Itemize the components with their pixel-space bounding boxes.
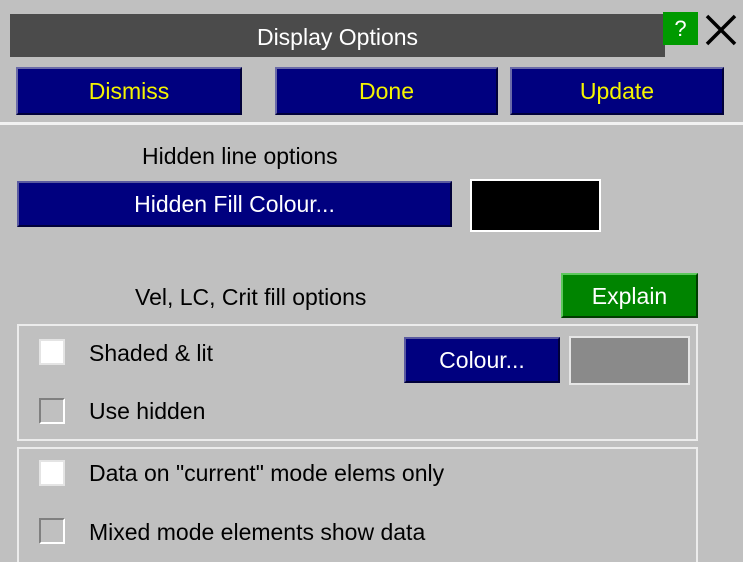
close-icon — [705, 14, 737, 46]
title-bar[interactable]: Display Options — [10, 14, 665, 57]
explain-button[interactable]: Explain — [561, 273, 698, 318]
mixed-mode-checkbox[interactable] — [39, 518, 65, 544]
window-title: Display Options — [256, 24, 419, 50]
use-hidden-label: Use hidden — [89, 398, 206, 424]
hidden-line-heading: Hidden line options — [142, 143, 338, 169]
colour-button[interactable]: Colour... — [404, 337, 560, 383]
update-button[interactable]: Update — [510, 67, 724, 115]
done-button[interactable]: Done — [275, 67, 498, 115]
fill-options-heading: Vel, LC, Crit fill options — [135, 284, 367, 310]
use-hidden-checkbox[interactable] — [39, 398, 65, 424]
dismiss-button[interactable]: Dismiss — [16, 67, 242, 115]
hidden-fill-colour-swatch[interactable] — [470, 179, 601, 232]
shaded-lit-label: Shaded & lit — [89, 340, 214, 366]
hidden-fill-colour-button[interactable]: Hidden Fill Colour... — [17, 181, 452, 227]
colour-swatch[interactable] — [569, 336, 690, 385]
current-mode-checkbox[interactable] — [39, 460, 65, 486]
mixed-mode-label: Mixed mode elements show data — [89, 519, 426, 545]
help-button[interactable]: ? — [663, 12, 698, 45]
shaded-lit-checkbox[interactable] — [39, 339, 65, 365]
current-mode-label: Data on "current" mode elems only — [89, 460, 445, 486]
divider — [0, 122, 743, 125]
close-button[interactable] — [702, 12, 740, 48]
